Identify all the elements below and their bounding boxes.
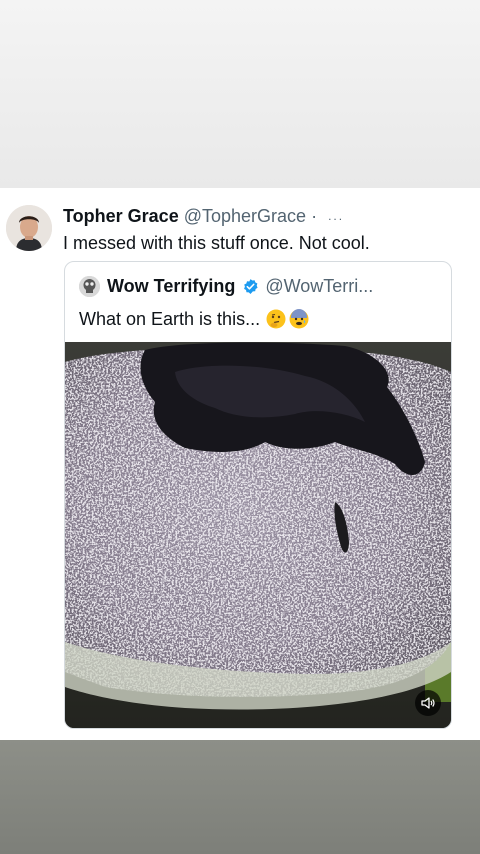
quoted-tweet-text-line: What on Earth is this... bbox=[79, 307, 309, 331]
quoted-author-handle[interactable]: @WowTerri... bbox=[265, 274, 373, 298]
verified-badge-icon bbox=[244, 278, 258, 294]
video-media[interactable] bbox=[65, 342, 451, 728]
quoted-author-avatar[interactable] bbox=[79, 275, 100, 297]
quoted-author-name[interactable]: Wow Terrifying bbox=[107, 274, 235, 298]
author-name[interactable]: Topher Grace bbox=[63, 206, 179, 226]
quoted-tweet[interactable]: Wow Terrifying @WowTerri... What on Eart… bbox=[64, 261, 452, 729]
author-avatar[interactable] bbox=[6, 205, 52, 251]
story-background-bottom bbox=[0, 740, 480, 854]
more-indicator: ... bbox=[328, 209, 345, 223]
tweet-card[interactable]: Topher Grace @TopherGrace · ... I messed… bbox=[0, 188, 480, 740]
thinking-face-emoji-icon bbox=[266, 309, 286, 329]
tweet-author-line: Topher Grace @TopherGrace · ... bbox=[63, 205, 344, 227]
author-handle[interactable]: @TopherGrace bbox=[184, 206, 306, 226]
quoted-tweet-text: What on Earth is this... bbox=[79, 309, 261, 329]
mute-toggle-button[interactable] bbox=[415, 690, 441, 716]
story-background-top bbox=[0, 0, 480, 188]
tweet-text: I messed with this stuff once. Not cool. bbox=[63, 233, 370, 253]
quoted-author-line: Wow Terrifying @WowTerri... bbox=[79, 274, 373, 298]
anxious-face-emoji-icon bbox=[289, 309, 309, 329]
speaker-icon bbox=[421, 697, 435, 709]
separator-dot: · bbox=[311, 206, 318, 226]
